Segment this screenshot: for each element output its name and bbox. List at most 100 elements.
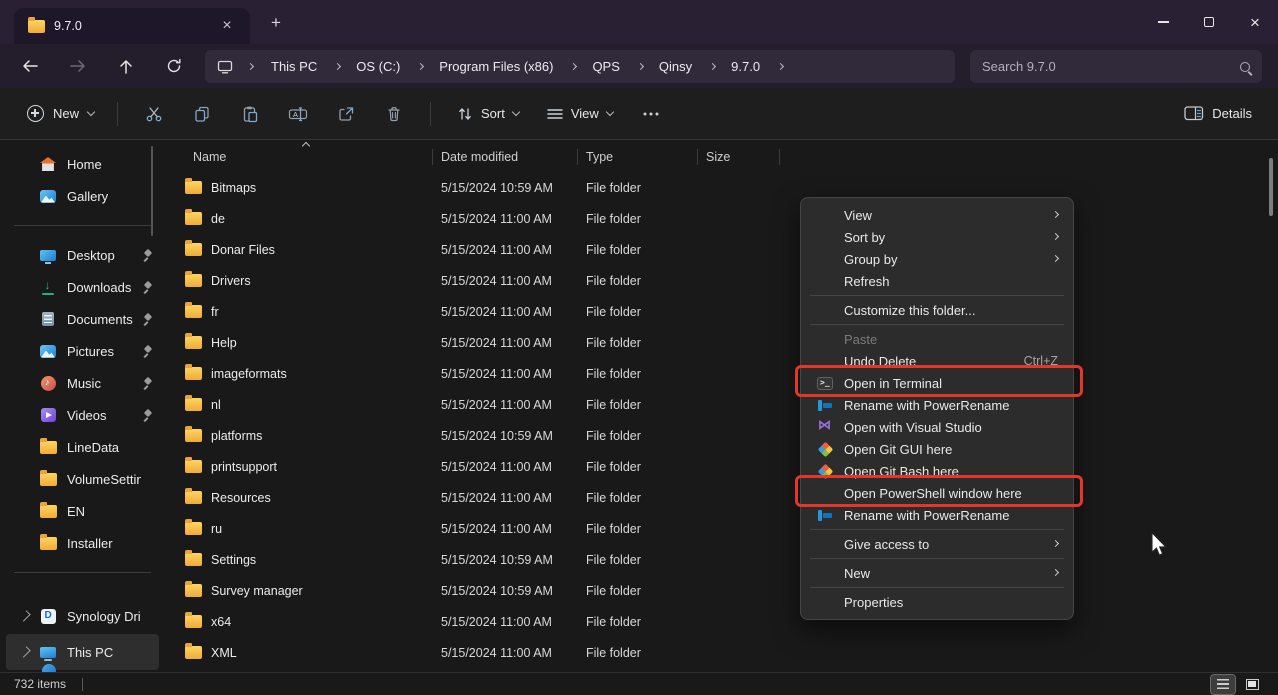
sidebar-item-gallery[interactable]: Gallery <box>6 180 159 212</box>
menu-item-view[interactable]: View <box>801 204 1073 226</box>
copy-button[interactable] <box>181 96 223 132</box>
refresh-button[interactable] <box>158 50 190 82</box>
rename-button[interactable]: A <box>277 96 319 132</box>
menu-item-open-git-gui-here[interactable]: Open Git GUI here <box>801 438 1073 460</box>
file-row-x64[interactable]: x64 5/15/2024 11:00 AM File folder <box>173 606 1262 637</box>
expand-chevron-icon[interactable] <box>19 610 30 621</box>
more-options-icon <box>643 112 659 116</box>
menu-item-group-by[interactable]: Group by <box>801 248 1073 270</box>
file-row-xml[interactable]: XML 5/15/2024 11:00 AM File folder <box>173 637 1262 668</box>
breadcrumb-chevron-icon[interactable] <box>334 63 341 70</box>
sidebar-item-synology-drive-[interactable]: Synology Drive · <box>6 598 159 634</box>
thumbnail-view-button[interactable] <box>1240 675 1264 694</box>
menu-item-customize-this-folder...[interactable]: Customize this folder... <box>801 299 1073 321</box>
breadcrumb-chevron-icon[interactable] <box>417 63 424 70</box>
copy-icon <box>193 105 211 123</box>
cut-button[interactable] <box>133 96 175 132</box>
file-row-drivers[interactable]: Drivers 5/15/2024 11:00 AM File folder <box>173 265 1262 296</box>
status-divider <box>82 678 83 691</box>
share-button[interactable] <box>325 96 367 132</box>
file-row-ru[interactable]: ru 5/15/2024 11:00 AM File folder <box>173 513 1262 544</box>
menu-item-properties[interactable]: Properties <box>801 591 1073 613</box>
sidebar-item-home[interactable]: Home <box>6 148 159 180</box>
file-row-fr[interactable]: fr 5/15/2024 11:00 AM File folder <box>173 296 1262 327</box>
view-button[interactable]: View <box>537 99 623 128</box>
maximize-icon <box>1204 17 1214 27</box>
file-row-donar-files[interactable]: Donar Files 5/15/2024 11:00 AM File fold… <box>173 234 1262 265</box>
column-header-name[interactable]: Name <box>173 146 433 168</box>
new-button[interactable]: New <box>16 98 105 129</box>
menu-item-open-with-visual-studio[interactable]: Open with Visual Studio <box>801 416 1073 438</box>
up-button[interactable] <box>110 50 142 82</box>
delete-button[interactable] <box>373 96 415 132</box>
sidebar-scrollbar[interactable] <box>151 146 153 236</box>
cut-icon <box>145 105 163 123</box>
file-row-platforms[interactable]: platforms 5/15/2024 10:59 AM File folder <box>173 420 1262 451</box>
minimize-button[interactable] <box>1140 0 1186 44</box>
sort-button[interactable]: Sort <box>447 99 529 129</box>
tab-close-icon[interactable]: × <box>214 14 240 38</box>
this-pc-icon <box>217 60 233 74</box>
breadcrumb-chevron-icon[interactable] <box>637 63 644 70</box>
breadcrumb-chevron-icon[interactable] <box>777 63 784 70</box>
paste-button[interactable] <box>229 96 271 132</box>
sidebar-divider <box>14 225 151 226</box>
menu-item-paste[interactable]: Paste <box>801 328 1073 350</box>
file-row-help[interactable]: Help 5/15/2024 11:00 AM File folder <box>173 327 1262 358</box>
breadcrumb-9.7.0[interactable]: 9.7.0 <box>722 56 790 77</box>
breadcrumb-chevron-icon[interactable] <box>709 63 716 70</box>
explorer-tab[interactable]: 9.7.0 × <box>14 8 250 44</box>
breadcrumb-os-c-[interactable]: OS (C:) <box>347 56 430 77</box>
breadcrumb[interactable]: This PC OS (C:) Program Files (x86) QPS <box>205 50 955 83</box>
file-row-de[interactable]: de 5/15/2024 11:00 AM File folder <box>173 203 1262 234</box>
sidebar-item-music[interactable]: Music <box>6 367 159 399</box>
sidebar-item-linedata[interactable]: LineData <box>6 431 159 463</box>
menu-item-rename-with-powerrename[interactable]: Rename with PowerRename <box>801 394 1073 416</box>
search-box[interactable] <box>970 50 1262 83</box>
breadcrumb-qps[interactable]: QPS <box>583 56 649 77</box>
file-row-survey-manager[interactable]: Survey manager 5/15/2024 10:59 AM File f… <box>173 575 1262 606</box>
sidebar-item-en[interactable]: EN <box>6 495 159 527</box>
file-row-settings[interactable]: Settings 5/15/2024 10:59 AM File folder <box>173 544 1262 575</box>
file-row-imageformats[interactable]: imageformats 5/15/2024 11:00 AM File fol… <box>173 358 1262 389</box>
sidebar-item-desktop[interactable]: Desktop <box>6 239 159 271</box>
breadcrumb-program-files-x86-[interactable]: Program Files (x86) <box>430 56 583 77</box>
column-header-size[interactable]: Size <box>698 146 780 168</box>
breadcrumb-this-pc[interactable]: This PC <box>262 56 347 77</box>
status-bar: 732 items <box>0 672 1278 695</box>
breadcrumb-chevron-icon[interactable] <box>570 63 577 70</box>
minimize-icon <box>1158 21 1169 22</box>
close-button[interactable]: × <box>1232 0 1278 44</box>
file-row-nl[interactable]: nl 5/15/2024 11:00 AM File folder <box>173 389 1262 420</box>
menu-item-refresh[interactable]: Refresh <box>801 270 1073 292</box>
more-options-button[interactable] <box>630 96 672 132</box>
search-icon[interactable] <box>1240 62 1250 72</box>
sidebar-item-this-pc[interactable]: This PC <box>6 634 159 670</box>
column-header-date-modified[interactable]: Date modified <box>433 146 578 168</box>
maximize-button[interactable] <box>1186 0 1232 44</box>
file-row-resources[interactable]: Resources 5/15/2024 11:00 AM File folder <box>173 482 1262 513</box>
sidebar-item-documents[interactable]: Documents <box>6 303 159 335</box>
sidebar-item-pictures[interactable]: Pictures <box>6 335 159 367</box>
menu-item-give-access-to[interactable]: Give access to <box>801 533 1073 555</box>
file-row-bitmaps[interactable]: Bitmaps 5/15/2024 10:59 AM File folder <box>173 172 1262 203</box>
sidebar-item-installer[interactable]: Installer <box>6 527 159 559</box>
file-row-printsupport[interactable]: printsupport 5/15/2024 11:00 AM File fol… <box>173 451 1262 482</box>
forward-button[interactable] <box>62 50 94 82</box>
details-pane-button[interactable]: Details <box>1174 99 1262 128</box>
expand-chevron-icon[interactable] <box>19 646 30 657</box>
menu-item-rename-with-powerrename[interactable]: Rename with PowerRename <box>801 504 1073 526</box>
menu-item-new[interactable]: New <box>801 562 1073 584</box>
breadcrumb-qinsy[interactable]: Qinsy <box>650 56 722 77</box>
column-header-type[interactable]: Type <box>578 146 698 168</box>
details-view-button[interactable] <box>1211 675 1235 694</box>
search-input[interactable] <box>982 59 1240 74</box>
sidebar-item-videos[interactable]: Videos <box>6 399 159 431</box>
file-list-scrollbar[interactable] <box>1269 158 1273 216</box>
sidebar-item-volumesettings[interactable]: VolumeSettings <box>6 463 159 495</box>
folder-icon <box>185 646 202 659</box>
sidebar-item-downloads[interactable]: Downloads <box>6 271 159 303</box>
new-tab-button[interactable]: + <box>262 10 290 36</box>
menu-item-sort-by[interactable]: Sort by <box>801 226 1073 248</box>
back-button[interactable] <box>14 50 46 82</box>
